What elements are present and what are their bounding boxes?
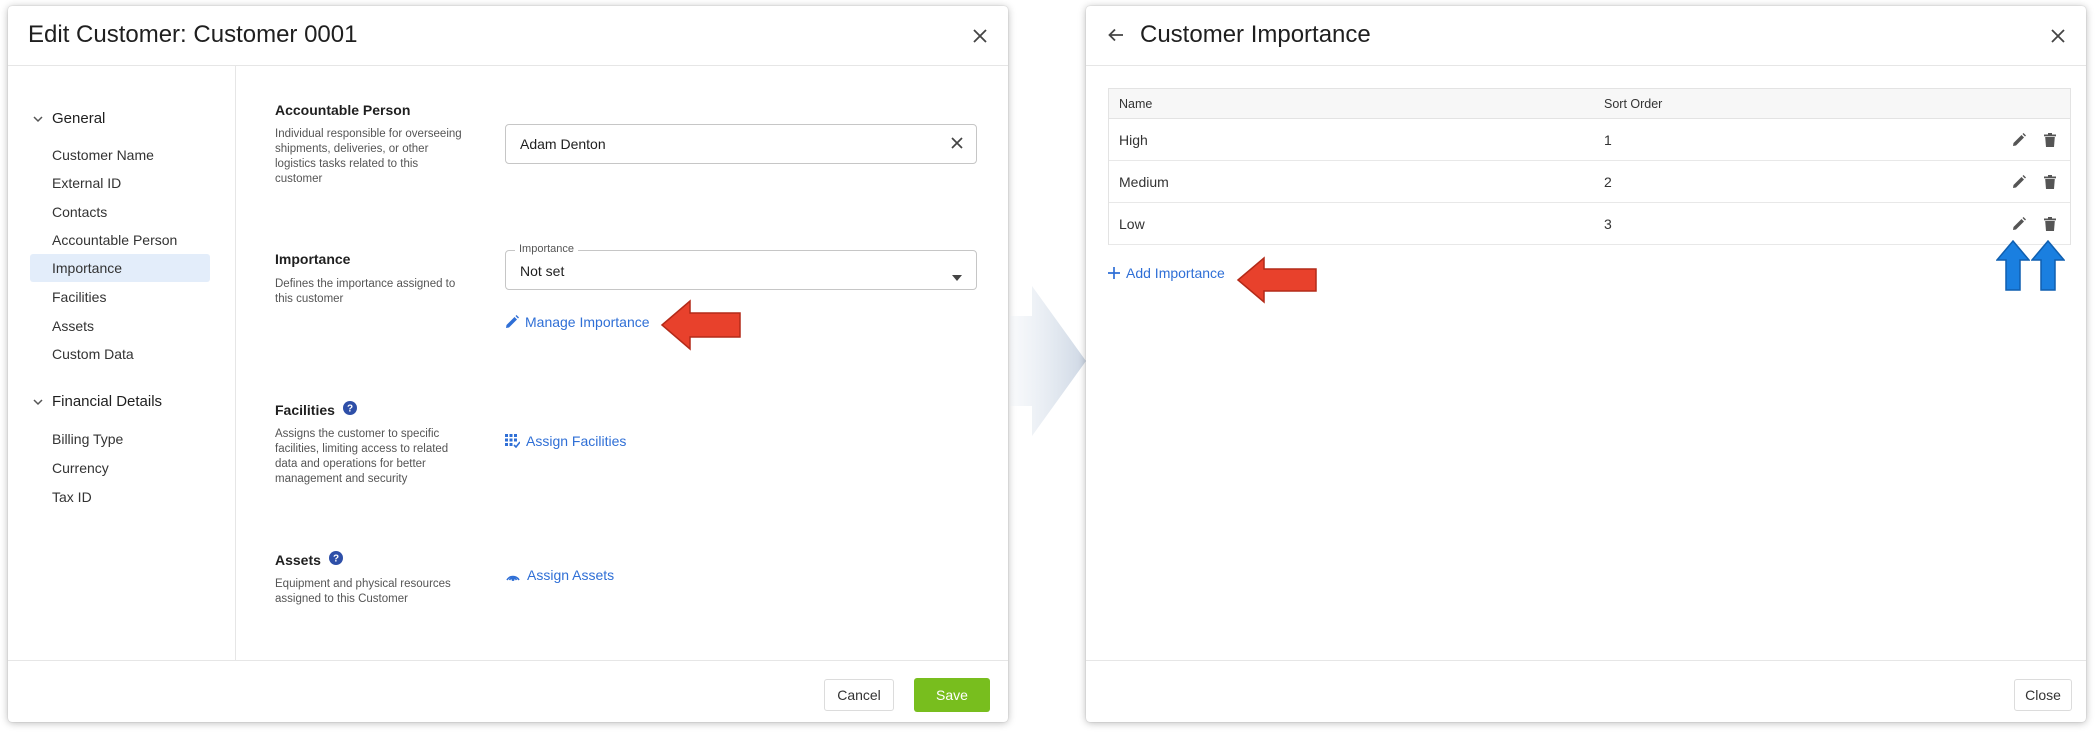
assets-title-text: Assets xyxy=(275,551,321,568)
assign-facilities-link[interactable]: Assign Facilities xyxy=(505,433,626,449)
cancel-button[interactable]: Cancel xyxy=(824,679,894,711)
assign-assets-label: Assign Assets xyxy=(527,567,615,583)
sidebar-group-label: Financial Details xyxy=(52,393,163,410)
table-row: Medium 2 xyxy=(1109,161,2070,203)
dialog-title: Customer Importance xyxy=(1140,21,1371,48)
svg-text:?: ? xyxy=(347,404,353,415)
sidebar-item-importance[interactable]: Importance xyxy=(30,254,210,282)
red-arrow-annotation xyxy=(1236,256,1317,304)
edit-icon[interactable] xyxy=(2012,216,2026,231)
sidebar-group-general[interactable]: General xyxy=(32,110,105,127)
sidebar-item-tax-id[interactable]: Tax ID xyxy=(30,483,210,511)
sidebar-item-customer-name[interactable]: Customer Name xyxy=(30,141,210,169)
importance-table: Name Sort Order High 1 Medium 2 Low 3 xyxy=(1108,88,2071,245)
table-row: Low 3 xyxy=(1109,203,2070,245)
sidebar-item-facilities[interactable]: Facilities xyxy=(30,283,210,311)
add-importance-link[interactable]: Add Importance xyxy=(1108,265,1225,281)
dialog-title: Edit Customer: Customer 0001 xyxy=(28,21,358,48)
chevron-down-icon xyxy=(33,398,43,405)
sidebar-item-billing-type[interactable]: Billing Type xyxy=(30,425,210,453)
sidebar-group-label: General xyxy=(52,110,106,127)
assets-title: Assets ? xyxy=(275,551,343,568)
cell-sort-order: 3 xyxy=(1604,215,1612,232)
importance-desc: Defines the importance assigned to this … xyxy=(275,278,456,305)
edit-icon[interactable] xyxy=(2012,132,2026,147)
cell-name: Medium xyxy=(1119,173,1169,190)
red-arrow-annotation xyxy=(660,299,741,351)
column-header-sort-order: Sort Order xyxy=(1604,96,1663,111)
back-arrow-icon[interactable] xyxy=(1108,28,1124,42)
close-icon[interactable] xyxy=(966,22,994,50)
help-icon[interactable]: ? xyxy=(328,551,343,568)
table-row: High 1 xyxy=(1109,119,2070,161)
cell-sort-order: 1 xyxy=(1604,131,1612,148)
facility-grid-icon xyxy=(505,434,520,448)
assign-assets-link[interactable]: Assign Assets xyxy=(505,567,614,583)
signal-icon xyxy=(506,575,520,581)
delete-icon[interactable] xyxy=(2044,174,2056,189)
importance-select-label: Importance xyxy=(515,243,579,255)
plus-icon xyxy=(1108,267,1120,279)
accountable-person-value: Adam Denton xyxy=(520,136,606,152)
edit-icon[interactable] xyxy=(2012,174,2026,189)
sidebar-item-custom-data[interactable]: Custom Data xyxy=(30,340,210,368)
dialog-header: Customer Importance xyxy=(1086,6,2086,66)
importance-select[interactable]: Importance Not set xyxy=(505,243,977,290)
clear-icon[interactable] xyxy=(950,136,964,155)
manage-importance-link[interactable]: Manage Importance xyxy=(505,314,650,330)
cell-name: Low xyxy=(1119,215,1145,232)
assign-facilities-label: Assign Facilities xyxy=(526,433,627,449)
sidebar-item-currency[interactable]: Currency xyxy=(30,454,210,482)
add-importance-label: Add Importance xyxy=(1126,265,1225,281)
column-header-name: Name xyxy=(1119,96,1153,111)
close-icon[interactable] xyxy=(2044,22,2072,50)
customer-importance-dialog: Customer Importance Name Sort Order High… xyxy=(1086,6,2086,722)
manage-importance-label: Manage Importance xyxy=(525,314,650,330)
table-header: Name Sort Order xyxy=(1109,89,2070,119)
importance-select-value: Not set xyxy=(520,263,565,279)
accountable-person-desc: Individual responsible for overseeing sh… xyxy=(275,128,462,185)
sidebar-group-financial-details[interactable]: Financial Details xyxy=(32,393,162,410)
cell-sort-order: 2 xyxy=(1604,173,1612,190)
dialog-header: Edit Customer: Customer 0001 xyxy=(8,6,1008,66)
transition-arrow-icon xyxy=(1010,286,1086,436)
sidebar-item-assets[interactable]: Assets xyxy=(30,312,210,340)
sidebar: General Customer Name External ID Contac… xyxy=(8,66,236,660)
blue-arrow-annotation xyxy=(2031,240,2065,291)
importance-title: Importance xyxy=(275,251,351,267)
accountable-person-input[interactable]: Adam Denton xyxy=(505,124,977,164)
sidebar-item-contacts[interactable]: Contacts xyxy=(30,198,210,226)
sidebar-item-accountable-person[interactable]: Accountable Person xyxy=(30,226,210,254)
sidebar-item-external-id[interactable]: External ID xyxy=(30,169,210,197)
assets-desc: Equipment and physical resources assigne… xyxy=(275,578,451,605)
dialog-footer xyxy=(1086,660,2086,722)
facilities-title-text: Facilities xyxy=(275,401,335,418)
accountable-person-title: Accountable Person xyxy=(275,102,411,118)
svg-text:?: ? xyxy=(333,554,339,565)
pencil-icon xyxy=(506,315,519,328)
close-button[interactable]: Close xyxy=(2014,679,2072,711)
edit-customer-dialog: Edit Customer: Customer 0001 General Cus… xyxy=(8,6,1008,722)
delete-icon[interactable] xyxy=(2044,216,2056,231)
help-icon[interactable]: ? xyxy=(342,401,357,418)
blue-arrow-annotation xyxy=(1996,240,2030,291)
facilities-desc: Assigns the customer to specific facilit… xyxy=(275,428,449,485)
save-button[interactable]: Save xyxy=(914,678,990,712)
cell-name: High xyxy=(1119,131,1148,148)
delete-icon[interactable] xyxy=(2044,132,2056,147)
dropdown-caret-icon xyxy=(952,268,962,286)
chevron-down-icon xyxy=(33,115,43,122)
facilities-title: Facilities ? xyxy=(275,401,357,418)
